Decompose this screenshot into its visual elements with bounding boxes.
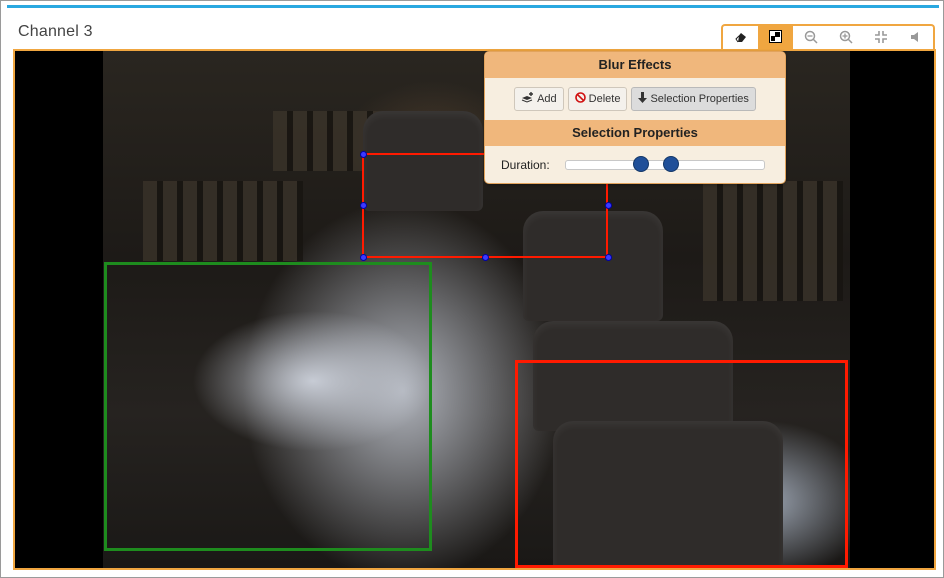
zoom-out-icon <box>804 30 818 47</box>
bus-window-right <box>703 181 843 301</box>
blur-effects-button[interactable] <box>758 26 793 50</box>
resize-handle-bottom-left[interactable] <box>360 254 367 261</box>
selection-properties-title: Selection Properties <box>485 120 785 146</box>
resize-handle-right[interactable] <box>605 202 612 209</box>
duration-range-slider[interactable] <box>564 156 765 172</box>
duration-end-handle[interactable] <box>662 156 679 172</box>
delete-label: Delete <box>588 93 621 105</box>
top-accent-bar <box>7 5 939 8</box>
arrow-down-icon <box>638 92 648 106</box>
add-button[interactable]: Add <box>514 87 564 111</box>
resize-handle-left[interactable] <box>360 202 367 209</box>
blur-region-red[interactable] <box>515 360 848 568</box>
resize-handle-bottom-right[interactable] <box>605 254 612 261</box>
zoom-out-button[interactable] <box>793 26 828 50</box>
duration-row: Duration: <box>485 146 785 184</box>
ban-icon <box>574 92 586 106</box>
add-label: Add <box>537 93 557 105</box>
channel-title: Channel 3 <box>18 23 93 40</box>
blur-effects-panel: Blur Effects Add Delete Selection Proper… <box>484 51 786 184</box>
blur-effects-actions: Add Delete Selection Properties <box>485 78 785 120</box>
duration-label: Duration: <box>501 158 550 172</box>
exit-fullscreen-button[interactable] <box>863 26 898 50</box>
viewer-toolbar <box>721 24 935 50</box>
resize-handle-bottom[interactable] <box>482 254 489 261</box>
zoom-in-icon <box>839 30 853 47</box>
eraser-icon <box>734 31 748 46</box>
bus-window-left-lower <box>143 181 303 261</box>
selection-properties-label: Selection Properties <box>650 93 749 105</box>
add-layers-icon <box>521 92 534 106</box>
blur-region-green[interactable] <box>104 262 432 551</box>
volume-button[interactable] <box>898 26 933 50</box>
zoom-in-button[interactable] <box>828 26 863 50</box>
selection-properties-button[interactable]: Selection Properties <box>631 87 756 111</box>
volume-icon <box>910 31 922 46</box>
blur-effects-icon <box>769 30 782 46</box>
video-viewport[interactable] <box>13 49 936 570</box>
exit-fullscreen-icon <box>874 30 888 47</box>
resize-handle-top-left[interactable] <box>360 151 367 158</box>
eraser-button[interactable] <box>723 26 758 50</box>
channel-viewer-window: Channel 3 Blur Effects Add Delete Select… <box>0 0 944 578</box>
blur-effects-title: Blur Effects <box>485 52 785 78</box>
delete-button[interactable]: Delete <box>567 87 628 111</box>
duration-start-handle[interactable] <box>632 156 649 172</box>
